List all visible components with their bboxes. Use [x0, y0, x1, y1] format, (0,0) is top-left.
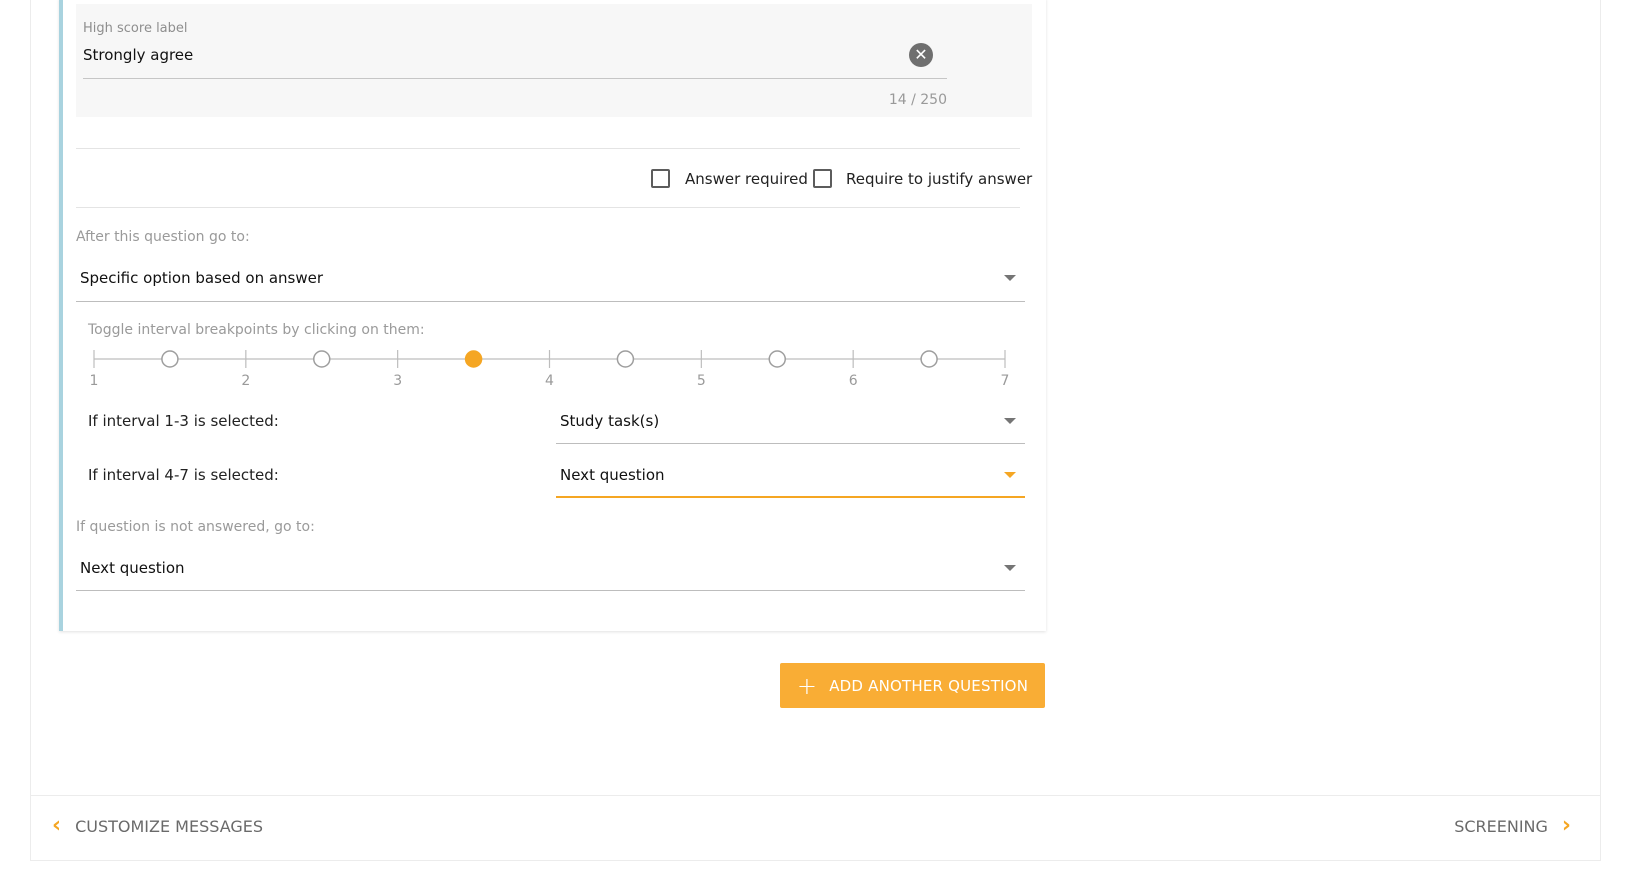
require-justify-checkbox[interactable] [813, 169, 832, 188]
next-step-button[interactable]: SCREENING › [1454, 815, 1571, 837]
next-step-label: SCREENING [1454, 816, 1548, 836]
interval-2-select[interactable]: Next question [560, 466, 665, 484]
chevron-down-icon[interactable] [1004, 565, 1016, 571]
slider-tick-label: 4 [545, 373, 554, 389]
interval-1-select[interactable]: Study task(s) [560, 412, 659, 430]
add-question-button[interactable]: + ADD ANOTHER QUESTION [780, 663, 1045, 708]
prev-step-label: CUSTOMIZE MESSAGES [75, 816, 264, 836]
slider-tick-label: 7 [1001, 373, 1010, 389]
not-answered-select[interactable]: Next question [80, 559, 185, 577]
chevron-down-icon[interactable] [1004, 275, 1016, 281]
chevron-left-icon: ‹ [52, 813, 62, 838]
after-question-label: After this question go to: [76, 229, 250, 245]
add-question-label: ADD ANOTHER QUESTION [829, 676, 1029, 695]
high-score-label: High score label [83, 21, 188, 36]
slider-tick-label: 3 [393, 373, 402, 389]
divider [76, 148, 1020, 149]
high-score-input[interactable]: Strongly agree [83, 46, 193, 64]
slider-tick-label: 2 [241, 373, 250, 389]
answer-required-checkbox[interactable] [651, 169, 670, 188]
chevron-right-icon: › [1561, 813, 1571, 838]
interval-1-underline [556, 443, 1025, 444]
slider-tick-label: 1 [90, 373, 99, 389]
breakpoint-dot[interactable] [313, 350, 331, 368]
after-question-underline [76, 301, 1025, 302]
breakpoint-dot[interactable] [616, 350, 635, 368]
plus-icon: + [796, 671, 818, 700]
after-question-select[interactable]: Specific option based on answer [80, 269, 323, 287]
breakpoint-slider[interactable]: 1 2 3 4 5 6 7 [80, 340, 1020, 390]
breakpoints-label: Toggle interval breakpoints by clicking … [88, 322, 425, 338]
slider-tick-label: 6 [849, 373, 858, 389]
require-justify-label: Require to justify answer [846, 170, 1033, 188]
divider [76, 207, 1020, 208]
slider-tick-label: 5 [697, 373, 706, 389]
prev-step-button[interactable]: ‹ CUSTOMIZE MESSAGES [52, 815, 263, 837]
interval-2-label: If interval 4-7 is selected: [88, 466, 279, 484]
chevron-down-icon[interactable] [1004, 418, 1016, 424]
char-counter: 14 / 250 [888, 92, 947, 108]
high-score-underline [83, 78, 947, 79]
answer-required-label: Answer required [685, 170, 808, 188]
breakpoint-dot[interactable] [768, 350, 786, 368]
not-answered-label: If question is not answered, go to: [76, 519, 315, 535]
interval-2-underline [556, 496, 1025, 498]
not-answered-underline [76, 590, 1025, 591]
footer-nav-bar [30, 795, 1601, 861]
breakpoint-dot[interactable] [920, 350, 938, 368]
chevron-down-icon[interactable] [1004, 472, 1016, 478]
breakpoint-dot-active[interactable] [464, 350, 483, 368]
breakpoint-dot[interactable] [161, 350, 179, 368]
clear-icon[interactable]: ✕ [909, 43, 933, 67]
interval-1-label: If interval 1-3 is selected: [88, 412, 279, 430]
